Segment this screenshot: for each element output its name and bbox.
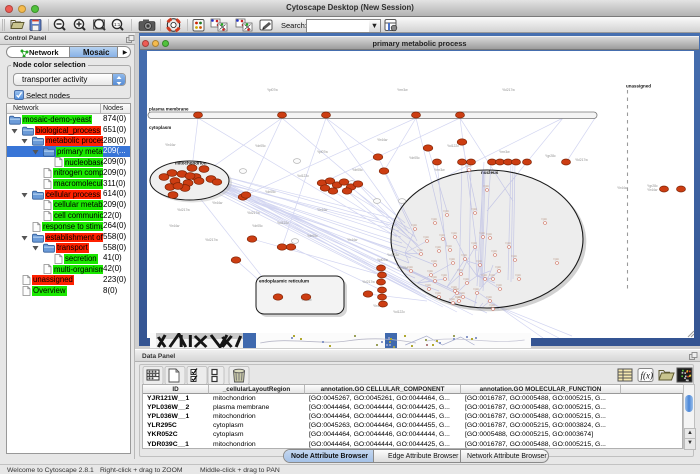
svg-text:Ygl2c: Ygl2c xyxy=(461,254,468,257)
svg-text:Ykl217w: Ykl217w xyxy=(205,238,218,242)
svg-text:Ylr44w: Ylr44w xyxy=(617,186,628,190)
svg-text:endoplasmic reticulum: endoplasmic reticulum xyxy=(259,279,309,284)
svg-text:Ygl2c: Ygl2c xyxy=(541,218,548,221)
svg-text:Ygl2c: Ygl2c xyxy=(463,278,470,281)
svg-text:Ymr3w: Ymr3w xyxy=(499,150,510,154)
svg-text:Ygl2c: Ygl2c xyxy=(553,258,560,261)
svg-text:unassigned: unassigned xyxy=(626,84,651,89)
svg-text:cytoplasm: cytoplasm xyxy=(149,125,171,130)
svg-text:Ypl07w: Ypl07w xyxy=(377,258,388,262)
svg-text:Yol122c: Yol122c xyxy=(393,310,405,314)
svg-text:Yol122c: Yol122c xyxy=(447,144,459,148)
svg-text:Ykl217w: Ykl217w xyxy=(362,280,375,284)
svg-text:Ygl2c: Ygl2c xyxy=(425,284,432,287)
svg-text:Ygl2c: Ygl2c xyxy=(431,218,438,221)
svg-text:Yol122c: Yol122c xyxy=(387,253,399,257)
svg-text:Ygl2c: Ygl2c xyxy=(465,165,472,168)
svg-text:Ygl2c: Ygl2c xyxy=(431,260,438,263)
svg-text:Ygl2c: Ygl2c xyxy=(486,296,493,299)
svg-text:Ylr44w: Ylr44w xyxy=(377,138,388,142)
svg-text:Ygl2c: Ygl2c xyxy=(491,250,498,253)
svg-text:Ypl07w: Ypl07w xyxy=(317,150,328,154)
svg-text:Ydr05c: Ydr05c xyxy=(307,234,318,238)
svg-text:Ygl2c: Ygl2c xyxy=(483,185,490,188)
svg-text:Ygl2c: Ygl2c xyxy=(457,269,464,272)
svg-text:Ydr05c: Ydr05c xyxy=(255,144,266,148)
svg-text:Ygl2c: Ygl2c xyxy=(435,292,442,295)
svg-text:Ydr05c: Ydr05c xyxy=(252,224,263,228)
svg-text:Ygl2c: Ygl2c xyxy=(431,276,438,279)
svg-text:Ygl2c: Ygl2c xyxy=(451,232,458,235)
svg-text:Yol122c: Yol122c xyxy=(297,174,309,178)
svg-text:Ydr05c: Ydr05c xyxy=(265,190,276,194)
svg-text:Ygr28c: Ygr28c xyxy=(545,154,556,158)
svg-text:Ykl217w: Ykl217w xyxy=(502,88,515,92)
svg-text:plasma membrane: plasma membrane xyxy=(149,107,189,112)
svg-text:Ygl2c: Ygl2c xyxy=(481,274,488,277)
svg-text:Ygl2c: Ygl2c xyxy=(505,242,512,245)
svg-text:Ymr3w: Ymr3w xyxy=(434,168,445,172)
svg-text:Ygl2c: Ygl2c xyxy=(479,232,486,235)
svg-text:Ygl2c: Ygl2c xyxy=(427,270,434,273)
svg-text:Ylr44w: Ylr44w xyxy=(165,143,176,147)
svg-text:Ylr44w: Ylr44w xyxy=(647,188,658,192)
svg-text:Ygl2c: Ygl2c xyxy=(489,274,496,277)
svg-text:Ylr44w: Ylr44w xyxy=(317,208,328,212)
svg-text:Ygl2c: Ygl2c xyxy=(417,249,424,252)
svg-text:Ygl2c: Ygl2c xyxy=(495,266,502,269)
svg-text:Ygl2c: Ygl2c xyxy=(515,274,522,277)
svg-text:Ygl2c: Ygl2c xyxy=(471,242,478,245)
svg-text:Ygl2c: Ygl2c xyxy=(446,245,453,248)
svg-text:Ygl2c: Ygl2c xyxy=(476,260,483,263)
svg-text:Ygl2c: Ygl2c xyxy=(486,233,493,236)
svg-text:Ygl2c: Ygl2c xyxy=(459,292,466,295)
svg-text:Ykl217w: Ykl217w xyxy=(247,211,260,215)
svg-text:Yol122c: Yol122c xyxy=(277,221,289,225)
svg-text:Ygl2c: Ygl2c xyxy=(473,288,480,291)
svg-text:Ygl2c: Ygl2c xyxy=(423,236,430,239)
svg-text:Ygl2c: Ygl2c xyxy=(411,224,418,227)
svg-text:Ygl2c: Ygl2c xyxy=(496,284,503,287)
svg-text:Ylr44w: Ylr44w xyxy=(169,224,180,228)
svg-text:Ygl2c: Ygl2c xyxy=(407,266,414,269)
svg-text:Ygl2c: Ygl2c xyxy=(449,258,456,261)
svg-text:Ygl2c: Ygl2c xyxy=(435,246,442,249)
svg-text:1:1: 1:1 xyxy=(114,22,121,27)
svg-text:Ygl2c: Ygl2c xyxy=(455,296,462,299)
svg-text:Ymr3w: Ymr3w xyxy=(397,88,408,92)
svg-text:Ykl217w: Ykl217w xyxy=(177,208,190,212)
svg-text:Ygl2c: Ygl2c xyxy=(511,255,518,258)
svg-text:Ydr05c: Ydr05c xyxy=(352,168,363,172)
svg-text:Ylr44w: Ylr44w xyxy=(347,238,358,242)
svg-text:Ylr44w: Ylr44w xyxy=(212,201,223,205)
svg-text:Ygl2c: Ygl2c xyxy=(443,210,450,213)
svg-text:Ygl2c: Ygl2c xyxy=(471,208,478,211)
svg-text:Ykl217w: Ykl217w xyxy=(575,158,588,162)
svg-text:Ygl2c: Ygl2c xyxy=(441,274,448,277)
svg-text:Ygl2c: Ygl2c xyxy=(439,234,446,237)
svg-text:Ygl2c: Ygl2c xyxy=(489,304,496,307)
svg-text:Ydr05c: Ydr05c xyxy=(409,156,420,160)
svg-text:Ypl07w: Ypl07w xyxy=(267,88,278,92)
svg-text:Ygl2c: Ygl2c xyxy=(451,286,458,289)
